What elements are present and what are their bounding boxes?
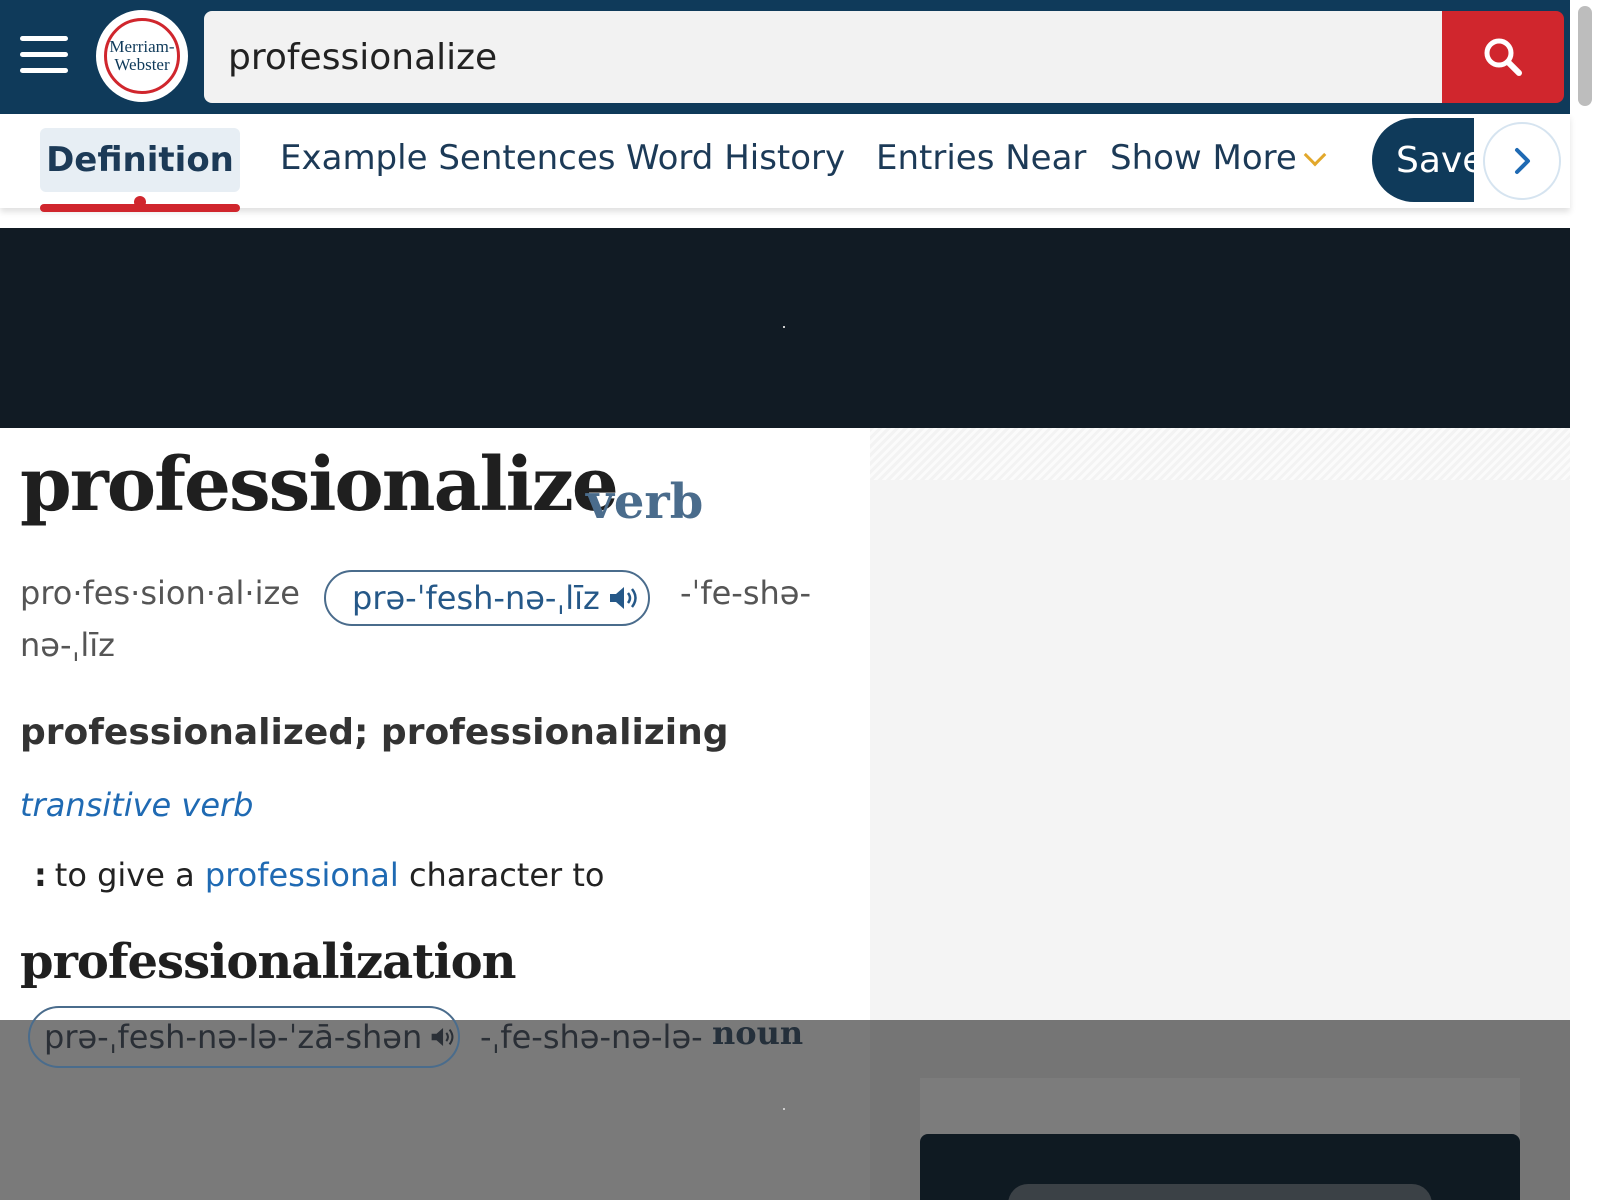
show-more-label: Show More [1110, 138, 1297, 178]
tab-entries-near[interactable]: Entries Near [876, 138, 1086, 178]
runon-pronunciation-text: prə-ˌfesh-nə-lə-ˈzā-shən [44, 1018, 423, 1056]
runon-part-of-speech: noun [712, 1014, 804, 1052]
speaker-icon [431, 1028, 454, 1046]
runon-pronunciation-audio-button[interactable]: prə-ˌfesh-nə-lə-ˈzā-shən [28, 1006, 460, 1068]
search-box [204, 11, 1446, 103]
entry-inflections: professionalized; professionalizing [20, 712, 729, 753]
page-scrollbar[interactable] [1570, 0, 1600, 1200]
entry-syllabification: pro·fes·sion·al·ize [20, 574, 300, 612]
hamburger-menu-icon[interactable] [20, 36, 76, 80]
runon-alt-pronunciation: -ˌfe-shə-nə-lə- [480, 1018, 703, 1056]
pronunciation-audio-button[interactable]: prə-ˈfesh-nə-ˌlīz [324, 570, 650, 626]
chevron-right-icon [1515, 148, 1530, 174]
pronunciation-text: prə-ˈfesh-nə-ˌlīz [352, 579, 600, 617]
search-button[interactable] [1442, 11, 1564, 103]
runon-headword: professionalization [20, 934, 516, 990]
chevron-down-icon [1303, 143, 1327, 167]
definition-pre: to give a [54, 856, 195, 894]
tab-show-more[interactable]: Show More [1110, 138, 1327, 178]
tab-example-sentences[interactable]: Example Sentences [280, 138, 615, 178]
tab-scroll-area [1474, 114, 1570, 208]
ad-placeholder-dot [783, 326, 785, 328]
definition-post: character to [408, 856, 605, 894]
active-tab-indicator [134, 196, 146, 208]
alt-pronunciation-part-2: nə-ˌlīz [20, 626, 115, 664]
overlay-card-button[interactable] [1008, 1184, 1432, 1200]
entry-headword: professionalize [20, 442, 619, 528]
tab-scroll-next-button[interactable] [1483, 122, 1561, 200]
search-icon [1484, 38, 1522, 76]
definition-colon: : [34, 856, 47, 894]
search-input[interactable] [228, 11, 1408, 103]
transitive-verb-label[interactable]: transitive verb [20, 786, 253, 824]
alt-pronunciation-part-1: -ˈfe-shə- [680, 574, 812, 612]
site-header: Merriam- Webster [0, 0, 1570, 114]
entry-part-of-speech[interactable]: verb [586, 474, 703, 530]
speaker-icon [609, 587, 637, 609]
save-label: Save [1396, 139, 1478, 181]
tab-definition[interactable]: Definition [40, 128, 240, 192]
logo-line-1: Merriam- [109, 37, 175, 56]
logo-line-2: Webster [114, 55, 170, 74]
definition-link-professional[interactable]: professional [205, 856, 399, 894]
scrollbar-thumb[interactable] [1578, 6, 1592, 106]
tab-navigation: Definition Example Sentences Word Histor… [0, 114, 1570, 212]
advertisement-banner [0, 228, 1570, 428]
save-word-button[interactable]: Save [1372, 118, 1478, 202]
tab-word-history[interactable]: Word History [626, 138, 845, 178]
definition-text: : to give a professional character to [34, 856, 604, 894]
overlay-placeholder-dot [783, 1108, 785, 1110]
merriam-webster-logo[interactable]: Merriam- Webster [96, 10, 188, 102]
